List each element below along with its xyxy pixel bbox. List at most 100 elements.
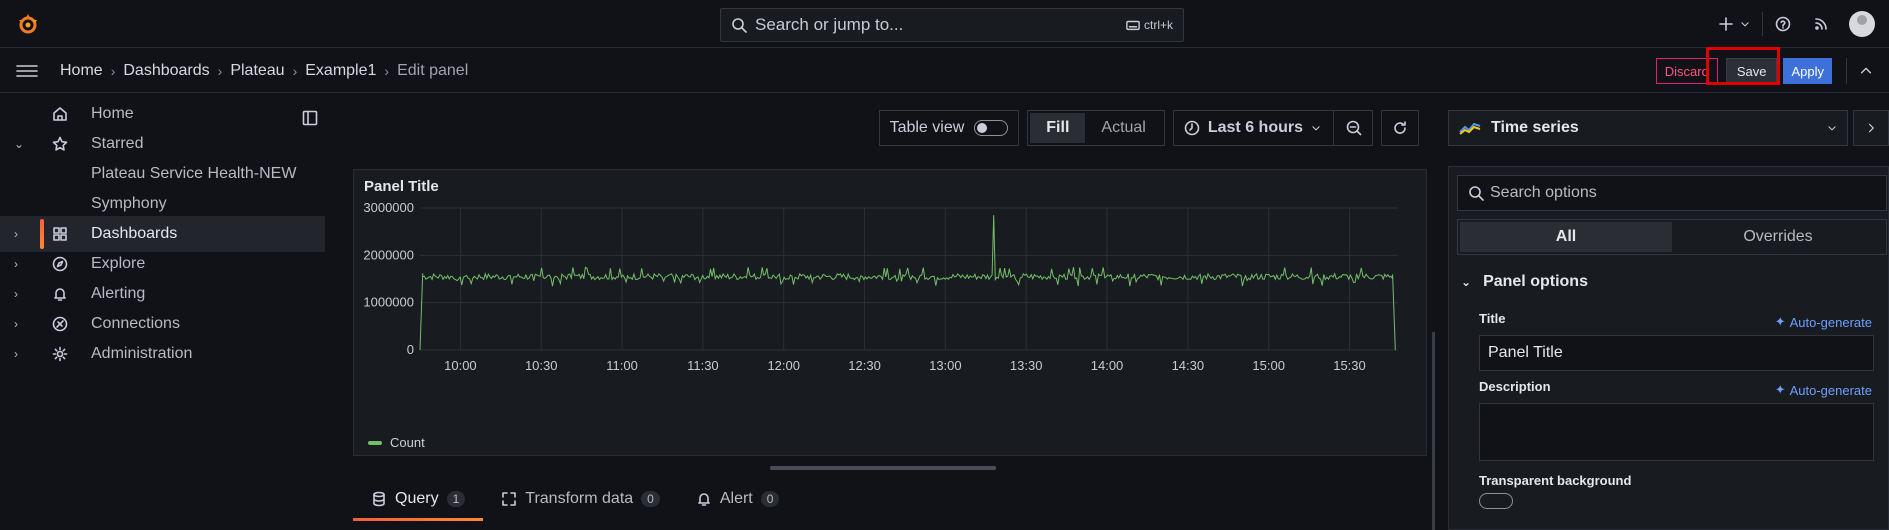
shortcut-hint: ctrl+k	[1126, 18, 1173, 32]
breadcrumb-plateau[interactable]: Plateau	[230, 62, 284, 80]
new-menu-button[interactable]	[1718, 16, 1750, 32]
auto-generate-description-button[interactable]: ✦ Auto-generate	[1775, 382, 1872, 398]
auto-generate-label: Auto-generate	[1789, 382, 1872, 398]
chevron-right-icon[interactable]: ›	[14, 317, 18, 331]
chevron-right-icon[interactable]: ›	[14, 347, 18, 361]
news-icon[interactable]	[1813, 16, 1829, 32]
chevron-right-icon[interactable]: ›	[14, 227, 18, 241]
highlight-box	[1706, 47, 1780, 85]
panel-options-section[interactable]: ⌄ Panel options	[1461, 273, 1588, 291]
active-indicator	[40, 219, 44, 249]
avatar[interactable]	[1849, 11, 1875, 37]
breadcrumb: Home › Dashboards › Plateau › Example1 ›…	[60, 62, 468, 80]
legend-label[interactable]: Count	[390, 435, 425, 450]
time-range-picker[interactable]: Last 6 hours	[1172, 110, 1373, 146]
title-input[interactable]	[1479, 335, 1874, 371]
chevron-down-icon: ⌄	[1461, 275, 1472, 289]
x-tick-label: 15:00	[1252, 358, 1285, 373]
collapse-button[interactable]	[1846, 58, 1873, 84]
help-icon[interactable]	[1775, 16, 1791, 32]
tab-all[interactable]: All	[1460, 222, 1672, 252]
sidebar-item-label: Symphony	[91, 195, 167, 212]
fill-option[interactable]: Fill	[1030, 113, 1086, 143]
chevron-up-icon	[1860, 67, 1872, 74]
tab-alert[interactable]: Alert 0	[678, 477, 798, 521]
divider	[1762, 12, 1763, 36]
description-label: Description	[1479, 379, 1551, 394]
keyboard-icon	[1126, 20, 1140, 31]
options-pane: Time series All Overrides ⌄ Panel option…	[1435, 94, 1889, 530]
options-tabs: All Overrides	[1457, 219, 1887, 255]
panel-editor: Table view Fill Actual Last 6 hours Pane…	[337, 94, 1435, 530]
breadcrumb-example1[interactable]: Example1	[305, 62, 376, 80]
sidebar-item-administration[interactable]: › Administration	[0, 336, 325, 372]
description-input[interactable]	[1479, 403, 1874, 461]
tab-overrides[interactable]: Overrides	[1672, 222, 1884, 252]
chevron-down-icon	[1312, 126, 1320, 131]
search-icon	[1469, 186, 1484, 201]
tab-label: Query	[395, 490, 439, 507]
search-options[interactable]	[1457, 175, 1887, 211]
sidebar-item-label: Connections	[91, 315, 180, 332]
breadcrumb-home[interactable]: Home	[60, 62, 103, 80]
sparkle-icon: ✦	[1774, 314, 1786, 329]
chevron-right-icon: ›	[292, 62, 298, 79]
x-tick-label: 12:30	[848, 358, 881, 373]
menu-icon[interactable]	[16, 63, 38, 79]
chevron-down-icon	[1828, 126, 1836, 131]
legend-swatch	[368, 440, 382, 445]
y-tick-label: 3000000	[363, 200, 414, 215]
sidebar-item-label: Administration	[91, 345, 193, 362]
transparent-background-label: Transparent background	[1479, 473, 1632, 488]
search-options-input[interactable]	[1490, 184, 1870, 202]
search-bar[interactable]: Search or jump to... ctrl+k	[720, 8, 1184, 42]
chevron-right-icon[interactable]: ›	[14, 257, 18, 271]
actual-option[interactable]: Actual	[1085, 113, 1161, 143]
breadcrumb-bar: Home › Dashboards › Plateau › Example1 ›…	[0, 49, 1889, 93]
auto-generate-label: Auto-generate	[1789, 314, 1872, 330]
tab-transform-data[interactable]: Transform data 0	[483, 477, 678, 521]
pane-resize-handle[interactable]	[770, 466, 996, 470]
breadcrumb-edit-panel: Edit panel	[397, 61, 469, 79]
x-tick-label: 14:30	[1172, 358, 1205, 373]
table-view-label: Table view	[889, 119, 965, 136]
divider	[1333, 111, 1334, 145]
y-tick-label: 0	[407, 342, 414, 357]
chevron-down-icon[interactable]: ⌄	[14, 137, 24, 151]
visualization-picker[interactable]: Time series	[1448, 110, 1848, 146]
refresh-icon	[1394, 121, 1406, 134]
breadcrumb-dashboards[interactable]: Dashboards	[123, 62, 209, 80]
auto-generate-title-button[interactable]: ✦ Auto-generate	[1775, 314, 1872, 330]
sidebar-item-label: Starred	[91, 135, 144, 152]
transparent-background-switch[interactable]	[1479, 493, 1513, 509]
home-icon	[53, 107, 67, 121]
connections-icon	[52, 316, 68, 332]
chevron-right-icon	[1868, 123, 1874, 133]
tab-label: Alert	[719, 490, 753, 507]
search-placeholder: Search or jump to...	[755, 15, 904, 34]
database-icon	[373, 491, 385, 507]
tab-query[interactable]: Query 1	[353, 477, 484, 521]
sidebar-item-label: Alerting	[91, 285, 146, 302]
zoom-out-icon[interactable]	[1346, 120, 1362, 136]
y-tick-label: 2000000	[363, 247, 414, 262]
query-tabs: Query 1 Transform data 0 Alert 0	[353, 477, 797, 521]
chevron-right-icon[interactable]: ›	[14, 287, 18, 301]
table-view-switch[interactable]	[974, 120, 1009, 136]
table-view-toggle[interactable]: Table view	[878, 110, 1020, 146]
grafana-logo-icon[interactable]	[16, 12, 40, 36]
fill-actual-toggle: Fill Actual	[1027, 110, 1165, 146]
sidebar: Home ⌄ Starred Plateau Service Health-NE…	[0, 94, 336, 530]
visualization-next-button[interactable]	[1853, 110, 1889, 146]
apply-button[interactable]: Apply	[1783, 58, 1832, 84]
panel-preview: Panel Title 0 1000000 2000000 3000000 10:00 1…	[353, 169, 1427, 456]
gear-icon	[52, 346, 68, 362]
chevron-right-icon: ›	[217, 62, 223, 79]
tab-count: 1	[446, 491, 466, 507]
tab-count: 0	[641, 491, 660, 507]
y-tick-label: 1000000	[363, 295, 414, 310]
refresh-button[interactable]	[1381, 110, 1419, 146]
x-tick-label: 10:00	[444, 358, 477, 373]
sparkle-icon: ✦	[1774, 382, 1786, 397]
top-right-actions	[1718, 0, 1889, 48]
